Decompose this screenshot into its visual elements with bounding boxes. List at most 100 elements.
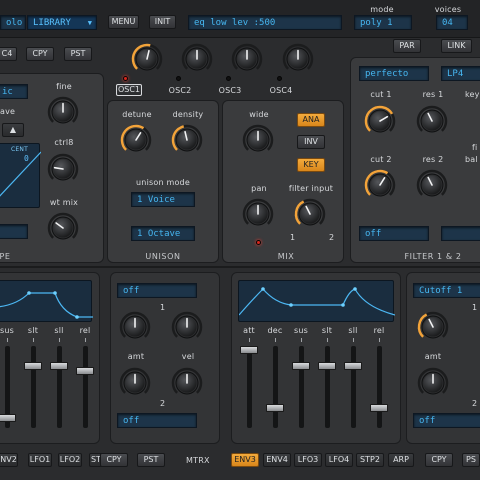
env-right-slt-slider-handle[interactable] (318, 362, 336, 371)
fine-knob[interactable] (47, 96, 79, 127)
tab-env2[interactable]: ENV2 (0, 453, 18, 467)
env-right-amt-knob[interactable] (417, 311, 449, 342)
env-right-rel-slider-handle[interactable] (370, 403, 388, 412)
env-right-dec-slider-handle[interactable] (266, 403, 284, 412)
wide-label: wide (249, 110, 269, 119)
ctrl8-knob[interactable] (47, 153, 79, 184)
env-left-sll-slider-track[interactable] (57, 346, 62, 428)
tab-osc4[interactable]: OSC4 (270, 86, 293, 95)
env-right-dec-tick (275, 338, 276, 342)
env-right-dec-slider-track[interactable] (273, 346, 278, 428)
env-right-sus-slider-handle[interactable] (292, 362, 310, 371)
pan-knob[interactable] (242, 198, 274, 229)
mod-left-source-dropdown[interactable]: off (117, 283, 197, 298)
env-right-amt2-knob[interactable] (417, 367, 449, 398)
env-left-sus-slider-handle[interactable] (0, 414, 16, 423)
env-right-sus-slider-track[interactable] (299, 346, 304, 428)
ctrl8-label: ctrl8 (54, 138, 74, 147)
env-left-paste-button[interactable]: PST (137, 453, 165, 467)
env-left-rel-label: rel (79, 326, 91, 335)
tab-env4[interactable]: ENV4 (263, 453, 291, 467)
env-left-rel-slider-track[interactable] (83, 346, 88, 428)
tab-env3[interactable]: ENV3 (231, 453, 259, 467)
filter-right-dropdown[interactable] (441, 226, 480, 241)
env-right-att-slider-handle[interactable] (240, 346, 258, 354)
osc2-knob[interactable] (181, 43, 213, 74)
env-left-sus-label: sus (0, 326, 15, 335)
preset-name-display[interactable]: olo (0, 15, 26, 30)
osc4-knob[interactable] (282, 43, 314, 74)
osc-paste-button[interactable]: PST (64, 47, 92, 61)
wide-knob[interactable] (242, 124, 274, 155)
tab-lfo3[interactable]: LFO3 (294, 453, 322, 467)
key-button[interactable]: KEY (297, 158, 325, 172)
env-right-att-label: att (243, 326, 255, 335)
filter-mode-dropdown[interactable]: LP4 (441, 66, 480, 81)
unison-voice-dropdown[interactable]: 1 Voice (131, 192, 195, 207)
link-button[interactable]: LINK (441, 39, 472, 53)
env-right-paste-button[interactable]: PS (462, 453, 480, 467)
env-right-slt-slider-track[interactable] (325, 346, 330, 428)
osc-copy-left-button[interactable]: C4 (0, 47, 17, 61)
env-right-rel-tick (379, 338, 380, 342)
tab-osc3[interactable]: OSC3 (219, 86, 242, 95)
env-right-copy-button[interactable]: CPY (425, 453, 453, 467)
tab-osc2[interactable]: OSC2 (169, 86, 192, 95)
tab-osc1[interactable]: OSC1 (116, 84, 142, 96)
env-left-copy-button[interactable]: CPY (100, 453, 128, 467)
osc3-knob[interactable] (231, 43, 263, 74)
wt-mix-knob[interactable] (47, 212, 79, 243)
matrix-button[interactable]: MTRX (186, 456, 210, 465)
res2-knob[interactable] (416, 169, 448, 200)
env-left-sll-slider-handle[interactable] (50, 362, 68, 371)
filter-input-knob[interactable] (294, 198, 326, 229)
mode-label: mode (370, 5, 394, 14)
tab-lfo4[interactable]: LFO4 (325, 453, 353, 467)
cut1-knob[interactable] (364, 105, 396, 136)
filter-type-dropdown[interactable]: perfecto (359, 66, 429, 81)
env-left-slt-slider-handle[interactable] (24, 362, 42, 371)
wavetable-dropdown[interactable]: ic (0, 84, 28, 99)
mod-right-source-dropdown[interactable]: Cutoff 1 (413, 283, 480, 298)
mod-right-slot2-label: 2 (472, 399, 478, 408)
tab-lfo1[interactable]: LFO1 (28, 453, 52, 467)
cent-value: 0 (24, 154, 30, 163)
env-left-slt-slider-track[interactable] (31, 346, 36, 428)
mod-right-dest-dropdown[interactable]: off (413, 413, 480, 428)
env-left-amt-knob[interactable] (119, 311, 151, 342)
env-left-vel-knob[interactable] (171, 311, 203, 342)
res1-knob[interactable] (416, 105, 448, 136)
tab-lfo2[interactable]: LFO2 (58, 453, 82, 467)
up-arrow-button[interactable]: ▲ (2, 123, 24, 137)
analog-button[interactable]: ANA (297, 113, 325, 127)
mod-left-dest-dropdown[interactable]: off (117, 413, 197, 428)
env-left-amt2-knob[interactable] (119, 367, 151, 398)
tab-arp[interactable]: ARP (388, 453, 414, 467)
env-right-att-slider-track[interactable] (247, 346, 252, 428)
invert-button[interactable]: INV (297, 135, 325, 149)
osc-bottom-dropdown[interactable] (0, 224, 28, 239)
tab-stp2[interactable]: STP2 (356, 453, 384, 467)
osc1-knob[interactable] (131, 43, 163, 74)
unison-octave-dropdown[interactable]: 1 Octave (131, 226, 195, 241)
filter-off-dropdown[interactable]: off (359, 226, 429, 241)
library-label: LIBRARY (33, 18, 71, 28)
cut2-knob[interactable] (364, 169, 396, 200)
env-right-sll-slider-track[interactable] (351, 346, 356, 428)
env-right-sll-slider-handle[interactable] (344, 362, 362, 371)
parallel-button[interactable]: PAR (393, 39, 421, 53)
init-button[interactable]: INIT (149, 15, 176, 29)
mode-dropdown[interactable]: poly 1 (354, 15, 412, 30)
menu-button[interactable]: MENU (108, 15, 139, 29)
mod-right-amt-label: amt (424, 352, 442, 361)
density-knob[interactable] (171, 124, 203, 155)
section-divider (0, 266, 480, 268)
env-left-rel-slider-handle[interactable] (76, 366, 94, 375)
library-dropdown[interactable]: LIBRARY ▼ (27, 15, 97, 30)
voices-display[interactable]: 04 (436, 15, 468, 30)
env-right-rel-slider-track[interactable] (377, 346, 382, 428)
env-left-vel2-knob[interactable] (171, 367, 203, 398)
pan-label: pan (251, 184, 267, 193)
detune-knob[interactable] (120, 124, 152, 155)
osc-copy-button[interactable]: CPY (26, 47, 54, 61)
